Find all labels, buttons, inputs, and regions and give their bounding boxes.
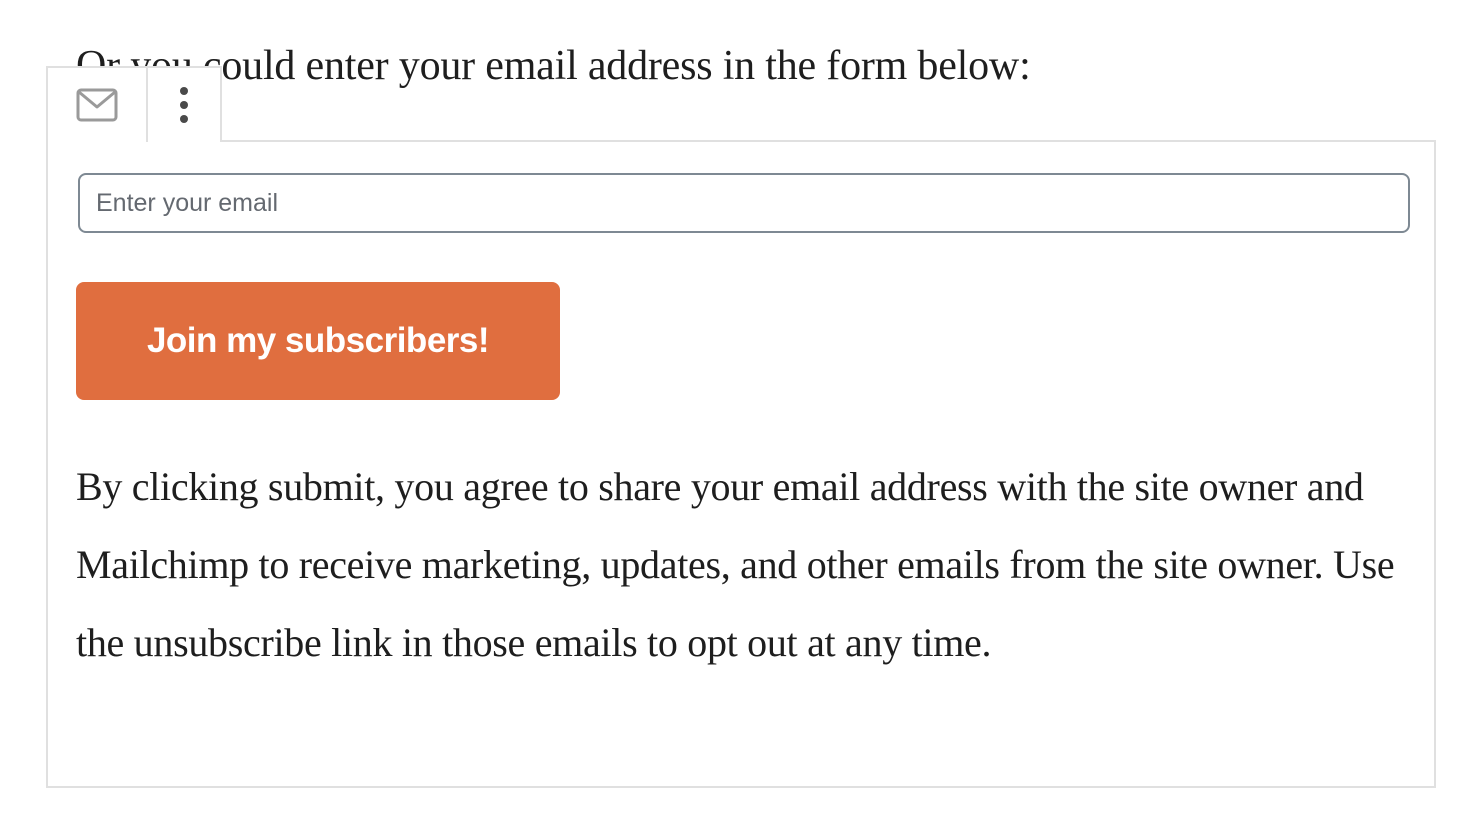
mailchimp-form-block[interactable]: Join my subscribers! By clicking submit,…	[46, 140, 1436, 788]
email-input[interactable]	[78, 173, 1410, 233]
join-subscribers-button[interactable]: Join my subscribers!	[76, 282, 560, 400]
block-toolbar	[46, 66, 222, 142]
more-options-button[interactable]	[148, 68, 220, 142]
vertical-ellipsis-icon	[180, 87, 188, 123]
block-type-button[interactable]	[48, 68, 148, 142]
consent-disclaimer: By clicking submit, you agree to share y…	[76, 464, 1395, 665]
envelope-icon	[76, 88, 118, 122]
